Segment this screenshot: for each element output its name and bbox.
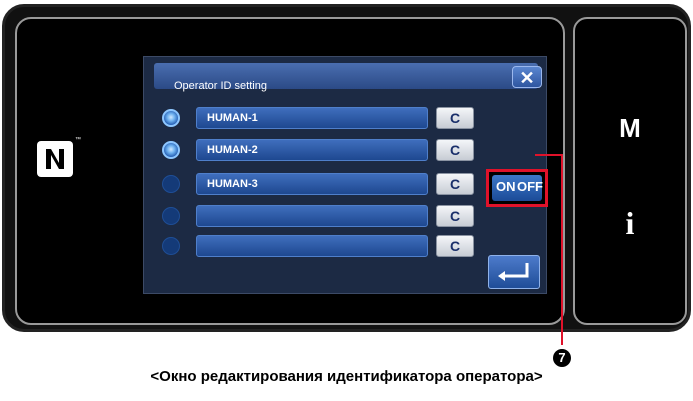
clear-button[interactable]: C bbox=[436, 173, 474, 195]
operator-name-field[interactable] bbox=[196, 235, 428, 257]
side-panel: M i bbox=[573, 17, 687, 325]
operator-name-field[interactable] bbox=[196, 205, 428, 227]
operator-select-radio[interactable] bbox=[162, 141, 180, 159]
menu-button[interactable]: M bbox=[575, 113, 685, 144]
clear-button[interactable]: C bbox=[436, 107, 474, 129]
trademark-mark: ™ bbox=[75, 137, 81, 143]
enter-button[interactable] bbox=[488, 255, 540, 289]
clear-button[interactable]: C bbox=[436, 205, 474, 227]
operator-select-radio[interactable] bbox=[162, 175, 180, 193]
operator-name-field[interactable]: HUMAN-1 bbox=[196, 107, 428, 129]
operator-id-dialog: Operator ID setting ✕ HUMAN-1 C HUMAN-2 … bbox=[143, 56, 548, 294]
main-screen: ™ Operator ID setting ✕ HUMAN-1 C HUMAN-… bbox=[15, 17, 565, 325]
operator-row: C bbox=[154, 205, 474, 227]
info-button[interactable]: i bbox=[575, 205, 685, 242]
operator-row: HUMAN-1 C bbox=[154, 107, 474, 129]
clear-button[interactable]: C bbox=[436, 235, 474, 257]
operator-select-radio[interactable] bbox=[162, 207, 180, 225]
device-frame: ™ Operator ID setting ✕ HUMAN-1 C HUMAN-… bbox=[2, 4, 691, 332]
callout-number: 7 bbox=[553, 349, 571, 367]
close-icon: ✕ bbox=[519, 68, 535, 88]
operator-name-field[interactable]: HUMAN-3 bbox=[196, 173, 428, 195]
dialog-title: Operator ID setting bbox=[174, 80, 267, 92]
figure-caption: <Окно редактирования идентификатора опер… bbox=[150, 368, 543, 385]
nfc-icon bbox=[37, 141, 73, 177]
operator-row: C bbox=[154, 235, 474, 257]
operator-name-field[interactable]: HUMAN-2 bbox=[196, 139, 428, 161]
enter-icon bbox=[498, 263, 529, 281]
operator-select-radio[interactable] bbox=[162, 109, 180, 127]
off-label: OFF bbox=[517, 179, 543, 194]
operator-row: HUMAN-2 C bbox=[154, 139, 474, 161]
on-off-toggle-button[interactable]: ON OFF bbox=[486, 169, 548, 207]
on-off-toggle-face: ON OFF bbox=[492, 175, 543, 201]
clear-button[interactable]: C bbox=[436, 139, 474, 161]
on-label: ON bbox=[496, 179, 516, 194]
operator-select-radio[interactable] bbox=[162, 237, 180, 255]
close-button[interactable]: ✕ bbox=[512, 66, 542, 88]
operator-row: HUMAN-3 C bbox=[154, 173, 474, 195]
